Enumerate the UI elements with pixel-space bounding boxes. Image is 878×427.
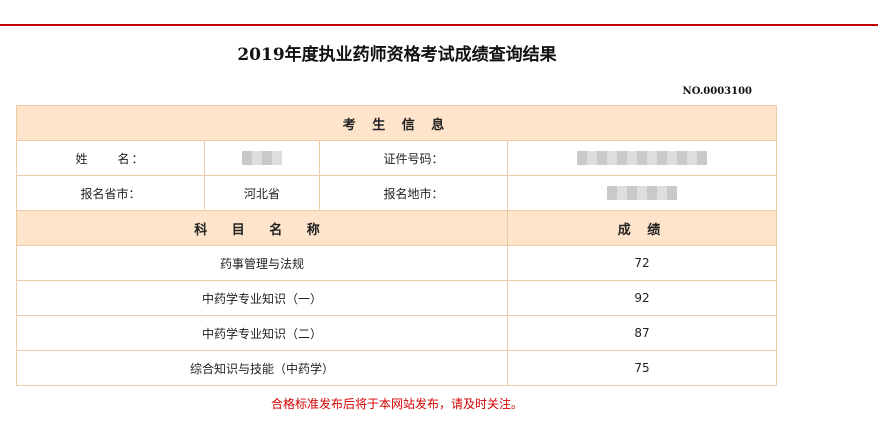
redacted-name (242, 151, 282, 166)
province-value: 河北省 (204, 175, 320, 211)
score-value: 72 (506, 245, 778, 281)
subject-name: 中药学专业知识（一） (16, 280, 508, 316)
candidate-row-name-id: 姓 名： 证件号码： (16, 140, 778, 176)
id-label: 证件号码： (319, 140, 508, 176)
score-row: 中药学专业知识（二） 87 (16, 315, 778, 351)
top-red-rule (0, 24, 878, 26)
subject-name: 中药学专业知识（二） (16, 315, 508, 351)
name-value (204, 140, 320, 176)
city-label: 报名地市： (319, 175, 508, 211)
serial-number: NO.0003100 (682, 86, 752, 97)
scores-header-row: 科 目 名 称 成 绩 (16, 210, 778, 246)
province-label: 报名省市： (16, 175, 205, 211)
score-row: 综合知识与技能（中药学） 75 (16, 350, 778, 386)
page-title: 2019年度执业药师资格考试成绩查询结果 (237, 45, 557, 65)
id-value (506, 140, 778, 176)
redacted-id-number (577, 151, 707, 166)
notice-text: 合格标准发布后将于本网站发布，请及时关注。 (270, 397, 523, 411)
candidate-info-header-row: 考 生 信 息 (15, 105, 778, 141)
candidate-info-header: 考 生 信 息 (15, 105, 778, 141)
name-label: 姓 名： (16, 140, 205, 176)
score-row: 药事管理与法规 72 (16, 245, 778, 281)
score-header: 成 绩 (506, 210, 778, 246)
score-value: 92 (506, 280, 778, 316)
candidate-row-region: 报名省市： 河北省 报名地市： (16, 175, 778, 211)
subject-name: 药事管理与法规 (16, 245, 508, 281)
result-table: 考 生 信 息 姓 名： 证件号码： 报名省市： 河北省 报名地市： 科 目 名… (15, 105, 778, 386)
score-value: 87 (506, 315, 778, 351)
subject-header: 科 目 名 称 (16, 210, 508, 246)
city-value (506, 175, 778, 211)
subject-name: 综合知识与技能（中药学） (16, 350, 508, 386)
score-row: 中药学专业知识（一） 92 (16, 280, 778, 316)
score-value: 75 (506, 350, 778, 386)
redacted-city (607, 186, 677, 201)
